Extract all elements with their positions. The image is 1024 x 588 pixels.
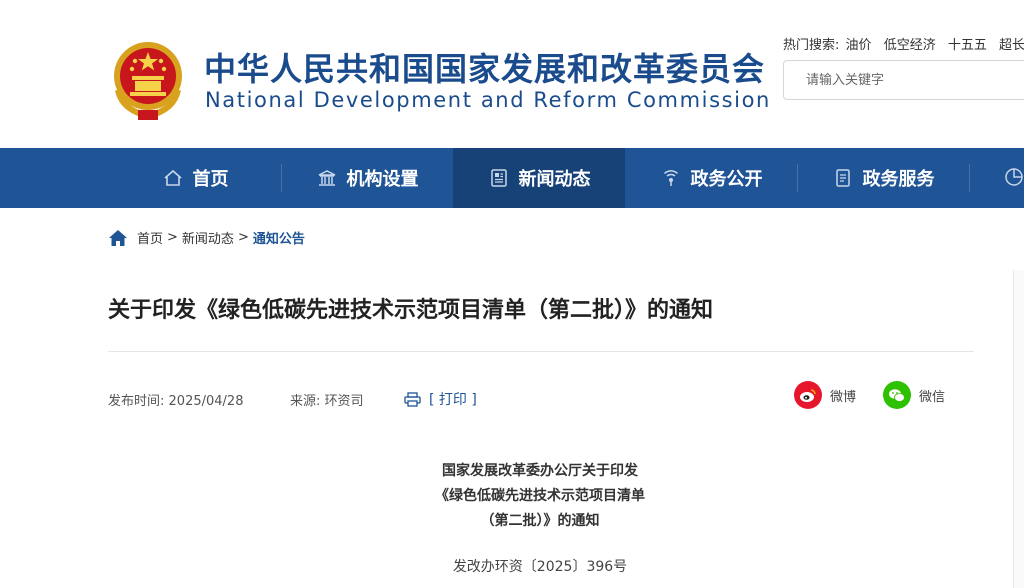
chart-icon[interactable] <box>1003 166 1024 188</box>
nav-item-gov-services[interactable]: 政务服务 <box>798 148 968 208</box>
nav-item-label: 政务服务 <box>862 169 935 190</box>
hot-search-term[interactable]: 低空经济 <box>884 38 936 53</box>
breadcrumb-news[interactable]: 新闻动态 <box>182 228 234 247</box>
site-title-en[interactable]: National Development and Reform Commissi… <box>205 87 771 113</box>
doc-heading-line: 国家发展改革委办公厅关于印发 <box>442 463 638 479</box>
home-icon[interactable] <box>108 229 128 247</box>
print-button[interactable]: [ 打印 ] <box>404 389 477 409</box>
broadcast-icon <box>663 170 678 186</box>
nav-item-label: 机构设置 <box>346 169 419 190</box>
main-nav: 首页 机构设置 新闻动态 政务公开 政务服务 <box>0 148 1024 208</box>
nav-item-label: 首页 <box>192 169 229 190</box>
hot-search: 热门搜索: 油价 低空经济 十五五 超长 <box>783 34 1024 53</box>
weibo-icon <box>794 381 822 409</box>
doc-heading-line: （第二批）》的通知 <box>480 513 600 529</box>
hot-search-term[interactable]: 十五五 <box>948 38 987 53</box>
national-emblem-icon[interactable] <box>108 38 188 122</box>
breadcrumb: 首页 > 新闻动态 > 通知公告 <box>108 228 305 247</box>
breadcrumb-notices[interactable]: 通知公告 <box>253 228 305 247</box>
search-input[interactable] <box>784 61 1024 99</box>
source-info: 来源: 环资司 <box>290 390 364 409</box>
nav-item-label: 政务公开 <box>690 169 763 190</box>
document-number: 发改办环资〔2025〕396号 <box>452 559 628 575</box>
article-title: 关于印发《绿色低碳先进技术示范项目清单（第二批）》的通知 <box>108 298 714 323</box>
divider <box>108 351 974 352</box>
nav-item-home[interactable]: 首页 <box>110 148 280 208</box>
source-label: 来源: <box>290 394 321 409</box>
share-wechat-label: 微信 <box>919 389 946 405</box>
home-icon <box>163 169 182 186</box>
document-icon <box>835 169 850 187</box>
nav-divider <box>969 164 970 192</box>
share-weibo[interactable]: 微博 <box>794 381 856 409</box>
site-title-cn[interactable]: 中华人民共和国国家发展和改革委员会 <box>204 49 765 89</box>
breadcrumb-home[interactable]: 首页 <box>137 228 163 247</box>
search-box <box>783 60 1024 100</box>
hot-search-term[interactable]: 油价 <box>846 38 872 53</box>
publish-info: 发布时间: 2025/04/28 <box>108 390 243 409</box>
publish-label: 发布时间: <box>108 394 165 409</box>
print-label: [ 打印 ] <box>429 392 477 408</box>
hot-search-term[interactable]: 超长 <box>999 38 1024 53</box>
hot-search-label: 热门搜索: <box>783 38 840 53</box>
nav-item-news[interactable]: 新闻动态 <box>453 148 625 208</box>
breadcrumb-separator: > <box>167 230 178 245</box>
nav-item-label: 新闻动态 <box>518 169 591 190</box>
printer-icon <box>404 391 421 407</box>
news-icon <box>490 169 507 187</box>
source-value: 环资司 <box>324 394 364 409</box>
building-icon <box>318 170 335 186</box>
breadcrumb-separator: > <box>237 230 249 245</box>
nav-item-gov-affairs[interactable]: 政务公开 <box>626 148 796 208</box>
site-header: 中华人民共和国国家发展和改革委员会 National Development a… <box>0 0 1024 148</box>
publish-date: 2025/04/28 <box>168 394 244 409</box>
side-panel-edge <box>1013 270 1024 588</box>
wechat-icon <box>883 381 911 409</box>
share-weibo-label: 微博 <box>830 389 857 405</box>
nav-item-organization[interactable]: 机构设置 <box>282 148 452 208</box>
doc-heading-line: 《绿色低碳先进技术示范项目清单 <box>435 488 645 504</box>
share-wechat[interactable]: 微信 <box>883 381 945 409</box>
